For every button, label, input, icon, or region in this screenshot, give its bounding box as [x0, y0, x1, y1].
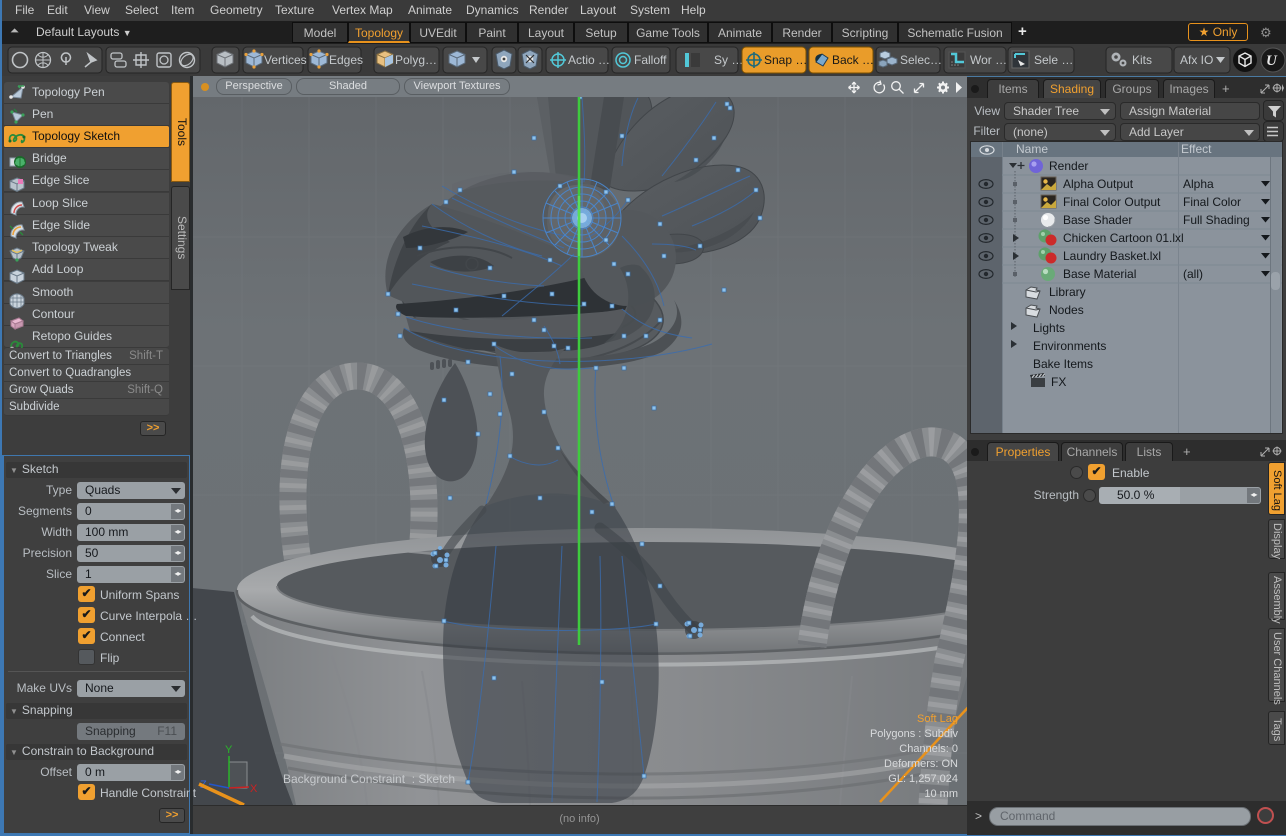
svg-text:Library: Library	[1049, 285, 1086, 299]
svg-text:X: X	[250, 783, 258, 795]
svg-text:Base Shader: Base Shader	[1063, 213, 1132, 227]
svg-text:Sy …: Sy …	[714, 53, 743, 67]
svg-text:Nodes: Nodes	[1049, 303, 1084, 317]
svg-text:Back …: Back …	[832, 53, 874, 67]
svg-text:Lights: Lights	[1033, 321, 1065, 335]
svg-text:Falloff: Falloff	[634, 53, 667, 67]
svg-text:Selec…: Selec…	[900, 53, 942, 67]
svg-text:U: U	[1266, 53, 1278, 69]
svg-text:(all): (all)	[1183, 267, 1203, 281]
svg-text:Final Color: Final Color	[1183, 195, 1241, 209]
svg-text:Y: Y	[225, 744, 233, 756]
svg-text:Alpha: Alpha	[1183, 177, 1214, 191]
svg-text:Actio …: Actio …	[568, 53, 610, 67]
svg-text:FX: FX	[1051, 375, 1066, 389]
svg-text:Polyg…: Polyg…	[395, 53, 437, 67]
svg-text:Snap …: Snap …	[764, 53, 807, 67]
svg-text:Bake Items: Bake Items	[1033, 357, 1093, 371]
svg-text:Full Shading: Full Shading	[1183, 213, 1250, 227]
svg-text:Kits: Kits	[1132, 53, 1152, 67]
svg-text:Chicken Cartoon 01.lxl: Chicken Cartoon 01.lxl	[1063, 231, 1184, 245]
svg-text:Render: Render	[1049, 159, 1088, 173]
svg-text:Environments: Environments	[1033, 339, 1106, 353]
svg-text:Final Color Output: Final Color Output	[1063, 195, 1161, 209]
svg-text:Alpha Output: Alpha Output	[1063, 177, 1134, 191]
svg-text:Sele …: Sele …	[1034, 53, 1073, 67]
svg-text:Laundry Basket.lxl: Laundry Basket.lxl	[1063, 249, 1161, 263]
svg-text:Edges: Edges	[329, 53, 363, 67]
svg-text:Afx IO: Afx IO	[1180, 53, 1213, 67]
svg-text:Base Material: Base Material	[1063, 267, 1136, 281]
svg-text:Wor …: Wor …	[970, 53, 1007, 67]
svg-text:Vertices: Vertices	[264, 53, 307, 67]
